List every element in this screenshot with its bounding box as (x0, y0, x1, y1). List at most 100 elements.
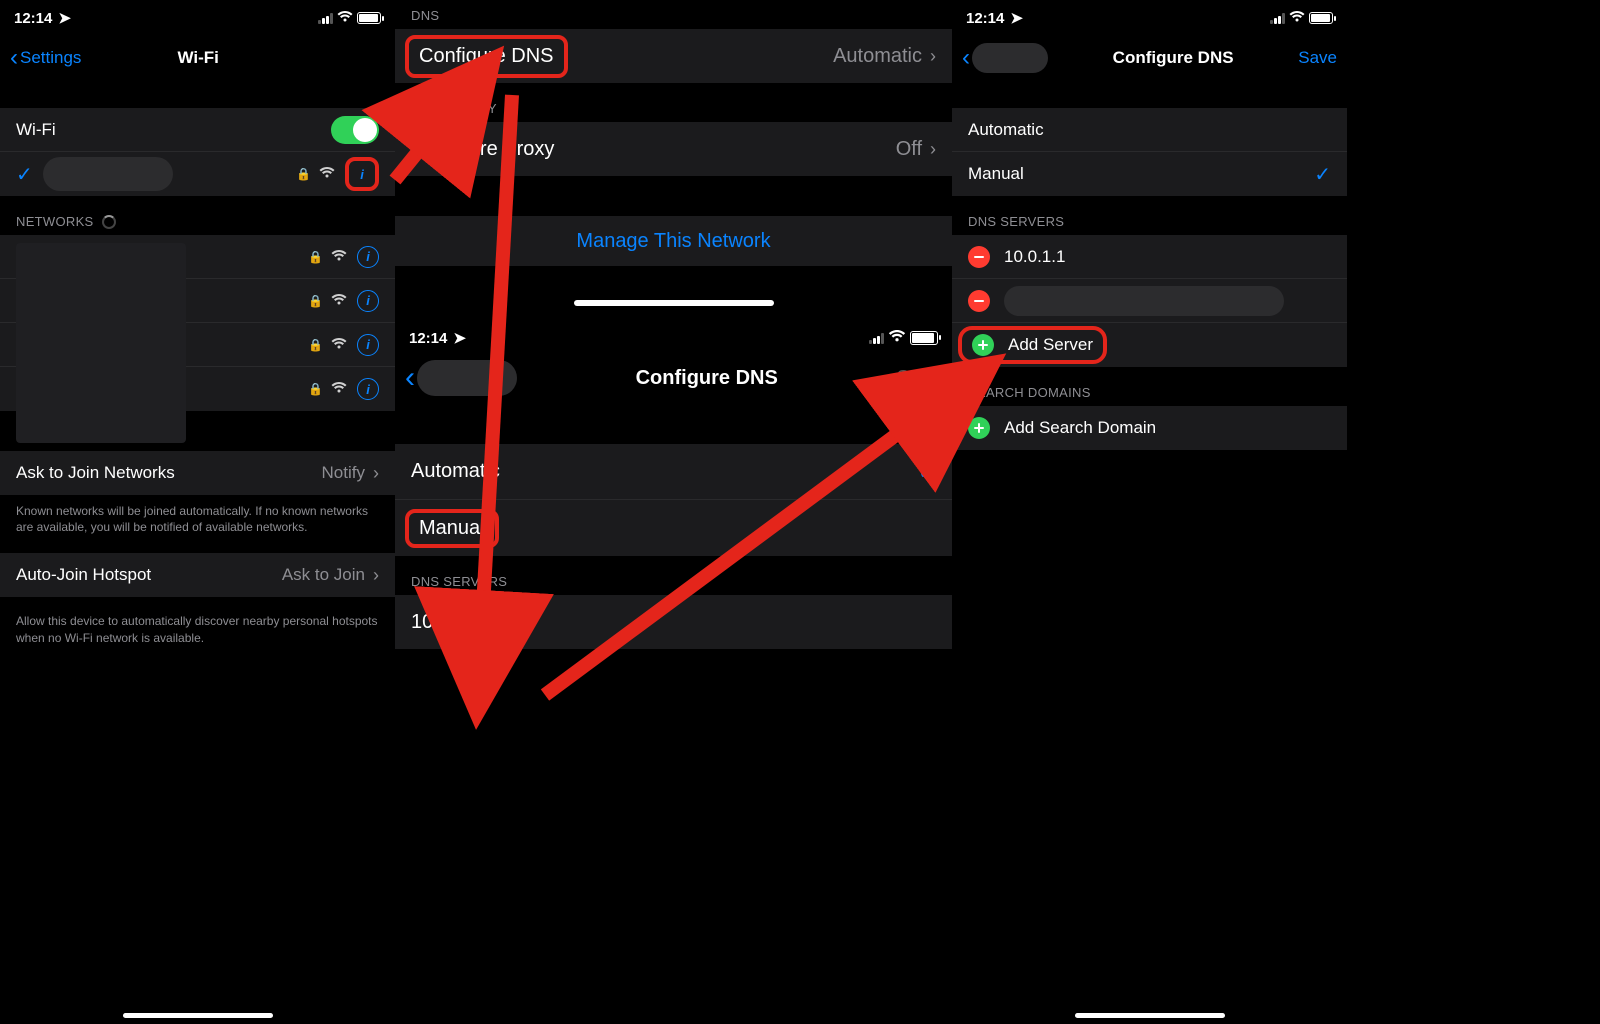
wifi-toggle-label: Wi-Fi (16, 120, 331, 140)
cellular-icon (1270, 13, 1285, 24)
chevron-right-icon: › (930, 139, 936, 160)
nav-title: Configure DNS (517, 367, 896, 390)
network-info-button[interactable]: i (357, 334, 379, 356)
screen-wifi-settings: 12:14 ➤ ‹ Settings Wi-Fi Wi-Fi (0, 0, 395, 1024)
chevron-right-icon: › (373, 565, 379, 586)
dns-mode-manual[interactable]: Manual (395, 500, 952, 556)
dns-mode-automatic[interactable]: Automatic (952, 108, 1347, 152)
dns-servers-header: DNS SERVERS (395, 556, 952, 595)
wifi-signal-icon (331, 293, 347, 309)
add-icon (968, 417, 990, 439)
networks-redacted-block (16, 243, 186, 443)
nav-title: Configure DNS (1048, 48, 1298, 68)
back-label-redacted (972, 43, 1048, 73)
wifi-signal-icon (319, 166, 335, 182)
battery-icon (357, 12, 381, 24)
hotspot-label: Auto-Join Hotspot (16, 565, 282, 585)
nav-title: Wi-Fi (81, 48, 315, 68)
dns-server-row: 10.0.1.1 (395, 595, 952, 649)
lock-icon: 🔒 (308, 338, 323, 352)
wifi-toggle[interactable] (331, 116, 379, 144)
battery-icon (910, 331, 938, 345)
status-bar: 12:14 ➤ (0, 0, 395, 36)
screen-configure-dns-initial: 12:14 ➤ ‹ Configure DNS Save Automatic (395, 316, 952, 1024)
dns-server-redacted (1004, 286, 1284, 316)
networks-header: NETWORKS (0, 196, 395, 235)
ask-to-join-value: Notify (322, 463, 365, 483)
save-button[interactable]: Save (1298, 48, 1337, 68)
configure-proxy-label: Configure Proxy (411, 138, 896, 161)
tutorial-composite: 12:14 ➤ ‹ Settings Wi-Fi Wi-Fi (0, 0, 1600, 1024)
battery-icon (1309, 12, 1333, 24)
network-name-redacted (43, 157, 173, 191)
check-icon: ✓ (918, 459, 936, 485)
configure-proxy-value: Off (896, 138, 922, 161)
configure-proxy-row[interactable]: Configure Proxy Off › (395, 122, 952, 176)
chevron-left-icon: ‹ (10, 44, 18, 72)
dns-mode-manual[interactable]: Manual ✓ (952, 152, 1347, 196)
dns-header: DNS (395, 0, 952, 29)
check-icon: ✓ (1314, 162, 1331, 187)
back-button[interactable]: ‹ (962, 43, 1048, 73)
location-icon: ➤ (453, 329, 466, 347)
dns-servers-header: DNS SERVERS (952, 196, 1347, 235)
check-icon: ✓ (16, 162, 33, 187)
nav-bar: ‹ Settings Wi-Fi (0, 36, 395, 80)
dns-server-value: 10.0.1.1 (411, 611, 483, 634)
lock-icon: 🔒 (308, 294, 323, 308)
location-icon: ➤ (58, 9, 71, 27)
chevron-right-icon: › (930, 46, 936, 67)
dns-server-row[interactable] (952, 279, 1347, 323)
status-bar: 12:14 ➤ (395, 316, 952, 352)
remove-button[interactable] (968, 290, 990, 312)
status-bar: 12:14➤ (952, 0, 1347, 36)
configure-dns-row[interactable]: Configure DNS Automatic › (395, 29, 952, 83)
chevron-left-icon: ‹ (405, 361, 415, 395)
status-time: 12:14 (14, 10, 52, 27)
network-info-button[interactable]: i (357, 378, 379, 400)
nav-bar: ‹ Configure DNS Save (952, 36, 1347, 80)
home-indicator (123, 1013, 273, 1018)
add-server-row[interactable]: Add Server (952, 323, 1347, 367)
automatic-label: Automatic (968, 120, 1331, 140)
screen-configure-dns-manual: 12:14➤ ‹ Configure DNS Save Automatic Ma… (952, 0, 1347, 1024)
wifi-status-icon (1289, 10, 1305, 26)
back-label-redacted (417, 360, 517, 396)
dns-mode-automatic[interactable]: Automatic ✓ (395, 444, 952, 500)
wifi-signal-icon (331, 381, 347, 397)
add-search-domain-row[interactable]: Add Search Domain (952, 406, 1347, 450)
save-button[interactable]: Save (896, 367, 942, 390)
back-button[interactable]: ‹ (405, 360, 517, 396)
automatic-label: Automatic (411, 460, 918, 483)
manual-label: Manual (419, 517, 485, 539)
nav-bar: ‹ Configure DNS Save (395, 352, 952, 404)
status-time: 12:14 (409, 330, 447, 347)
wifi-status-icon (337, 10, 353, 26)
search-domains-header: SEARCH DOMAINS (952, 367, 1347, 406)
dns-server-value: 10.0.1.1 (1004, 247, 1065, 267)
home-indicator (574, 300, 774, 306)
dns-server-row[interactable]: 10.0.1.1 (952, 235, 1347, 279)
connected-network-row[interactable]: ✓ 🔒 i (0, 152, 395, 196)
wifi-toggle-row[interactable]: Wi-Fi (0, 108, 395, 152)
lock-icon: 🔒 (308, 250, 323, 264)
status-time: 12:14 (966, 10, 1004, 27)
add-server-label: Add Server (1008, 335, 1093, 355)
chevron-right-icon: › (373, 463, 379, 484)
manage-network-label: Manage This Network (576, 230, 770, 253)
configure-dns-value: Automatic (833, 45, 922, 68)
network-info-button[interactable]: i (345, 157, 379, 191)
auto-join-hotspot-row[interactable]: Auto-Join Hotspot Ask to Join › (0, 553, 395, 597)
chevron-left-icon: ‹ (962, 44, 970, 72)
configure-dns-label: Configure DNS (419, 45, 554, 67)
back-label: Settings (20, 48, 81, 68)
remove-button[interactable] (968, 246, 990, 268)
ask-to-join-row[interactable]: Ask to Join Networks Notify › (0, 451, 395, 495)
manage-network-row[interactable]: Manage This Network (395, 216, 952, 266)
network-info-button[interactable]: i (357, 246, 379, 268)
http-proxy-header: HTTP PROXY (395, 83, 952, 122)
lock-icon: 🔒 (308, 382, 323, 396)
network-info-button[interactable]: i (357, 290, 379, 312)
back-button[interactable]: ‹ Settings (10, 44, 81, 72)
spinner-icon (102, 215, 116, 229)
